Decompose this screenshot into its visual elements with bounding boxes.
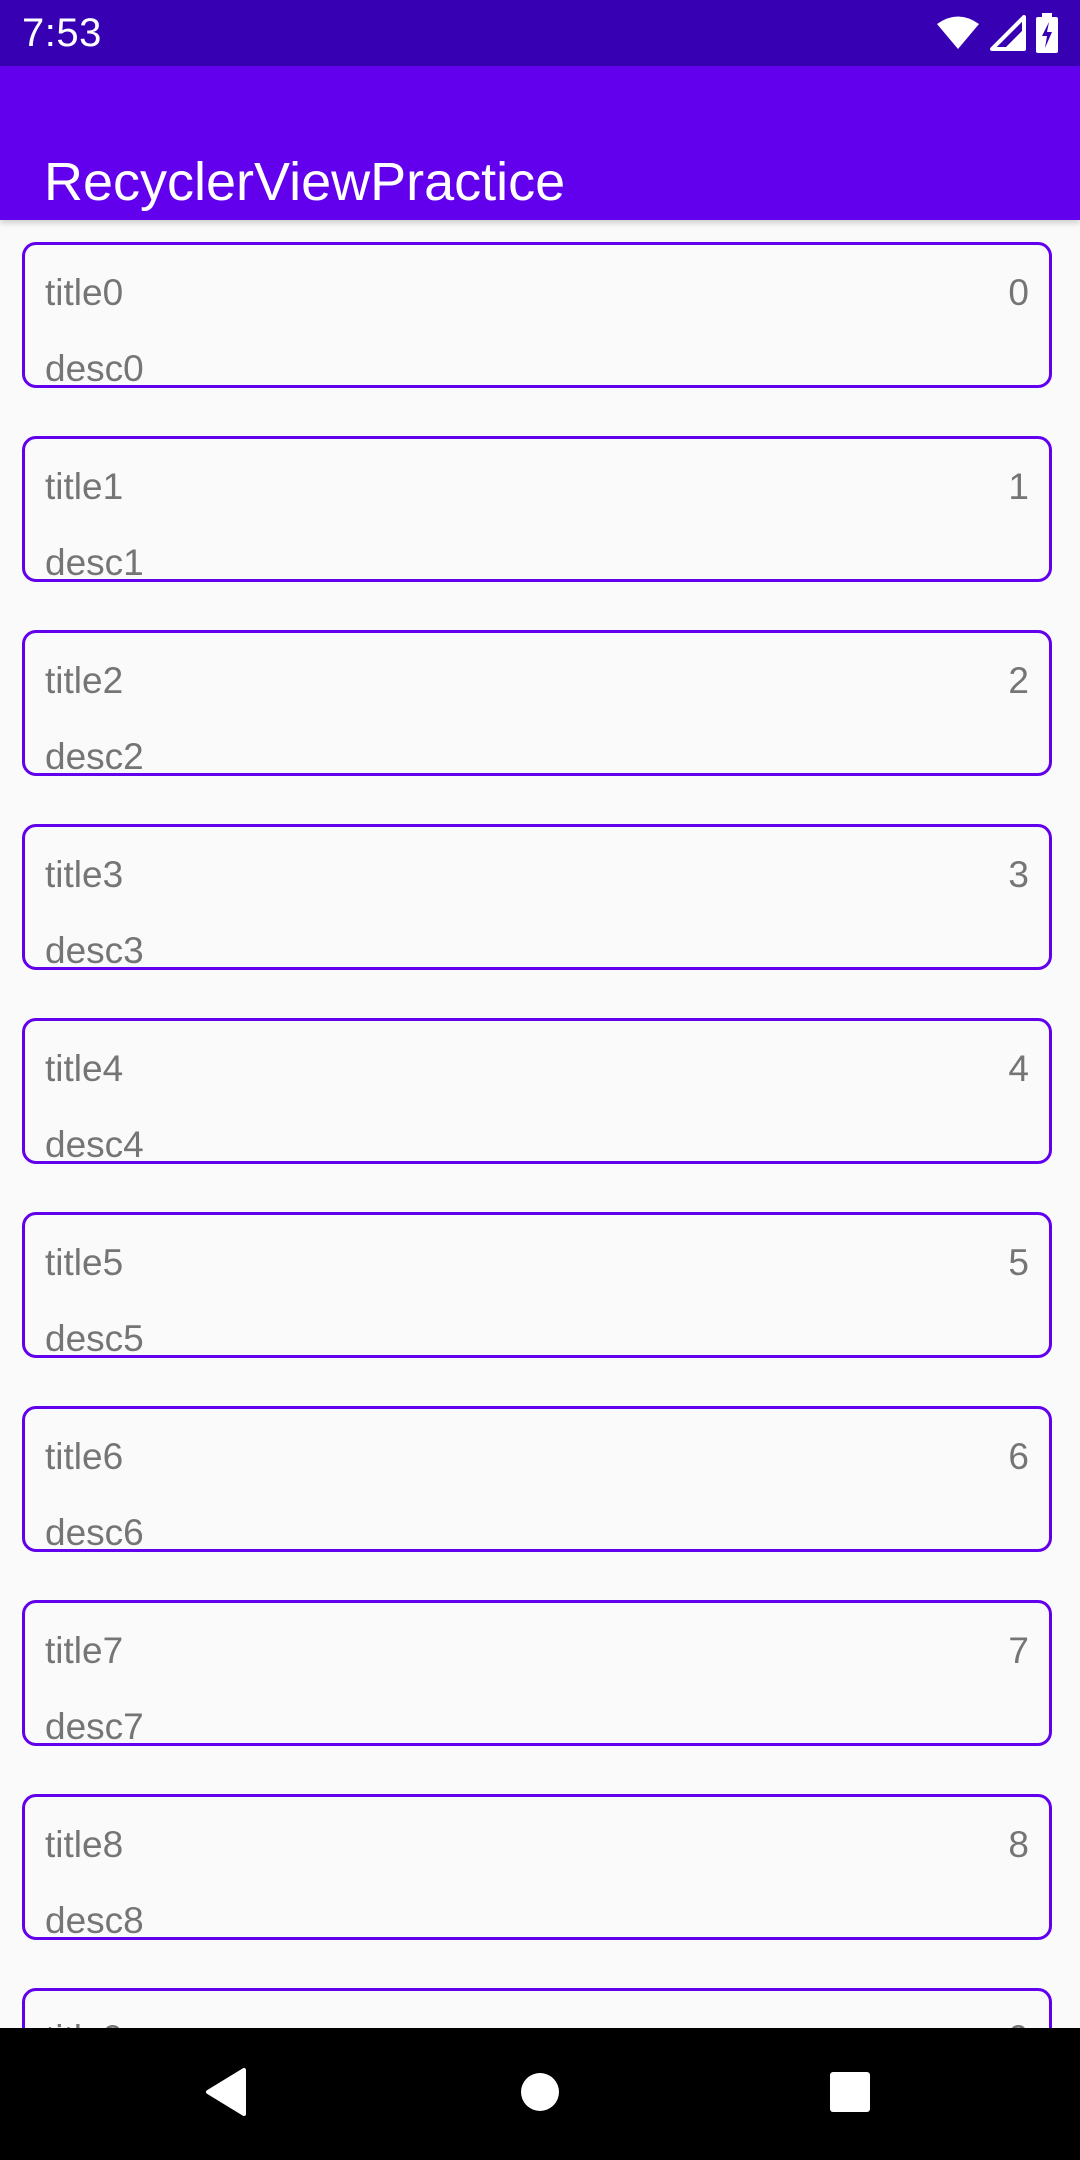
back-button[interactable] xyxy=(194,2062,258,2126)
item-title: title8 xyxy=(45,1824,124,1865)
item-title: title9 xyxy=(45,2017,123,2028)
wifi-icon xyxy=(936,15,980,51)
item-number: 6 xyxy=(1008,1436,1029,1477)
recycler-list[interactable]: title0 0 desc0 title1 1 desc1 title2 2 d… xyxy=(0,220,1080,2028)
list-item[interactable]: title4 4 desc4 xyxy=(22,1018,1052,1164)
item-number: 2 xyxy=(1008,660,1029,701)
item-title: title3 xyxy=(45,854,124,895)
item-number: 0 xyxy=(1008,272,1029,313)
item-number: 1 xyxy=(1008,466,1029,507)
list-item[interactable]: title2 2 desc2 xyxy=(22,630,1052,776)
item-desc: desc8 xyxy=(45,1900,144,1940)
app-title: RecyclerViewPractice xyxy=(44,152,566,213)
item-title: title2 xyxy=(45,660,124,701)
item-desc: desc4 xyxy=(45,1124,144,1164)
status-bar: 7:53 xyxy=(0,0,1080,66)
item-number: 8 xyxy=(1008,1824,1029,1865)
item-desc: desc7 xyxy=(45,1706,144,1746)
back-icon xyxy=(204,2067,248,2122)
list-item[interactable]: title5 5 desc5 xyxy=(22,1212,1052,1358)
item-title: title5 xyxy=(45,1242,124,1283)
item-number: 5 xyxy=(1008,1242,1029,1283)
item-desc: desc3 xyxy=(45,930,144,970)
item-number: 9 xyxy=(1008,2017,1029,2028)
home-icon xyxy=(520,2072,560,2117)
list-item[interactable]: title6 6 desc6 xyxy=(22,1406,1052,1552)
list-item[interactable]: title3 3 desc3 xyxy=(22,824,1052,970)
list-item[interactable]: title0 0 desc0 xyxy=(22,242,1052,388)
status-time: 7:53 xyxy=(22,11,102,55)
recents-icon xyxy=(829,2071,871,2118)
item-title: title1 xyxy=(45,466,124,507)
item-desc: desc0 xyxy=(45,348,144,388)
item-desc: desc6 xyxy=(45,1512,144,1552)
item-title: title4 xyxy=(45,1048,124,1089)
item-number: 3 xyxy=(1008,854,1029,895)
item-number: 7 xyxy=(1008,1630,1029,1671)
list-item[interactable]: title7 7 desc7 xyxy=(22,1600,1052,1746)
app-bar: RecyclerViewPractice xyxy=(0,66,1080,220)
list-item[interactable]: title1 1 desc1 xyxy=(22,436,1052,582)
navigation-bar xyxy=(0,2028,1080,2160)
item-title: title7 xyxy=(45,1630,124,1671)
list-item[interactable]: title8 8 desc8 xyxy=(22,1794,1052,1940)
item-desc: desc1 xyxy=(45,542,144,582)
battery-charging-icon xyxy=(1036,13,1058,53)
item-desc: desc2 xyxy=(45,736,144,776)
home-button[interactable] xyxy=(508,2062,572,2126)
item-number: 4 xyxy=(1008,1048,1029,1089)
list-item[interactable]: title9 9 desc9 xyxy=(22,1988,1052,2028)
item-desc: desc5 xyxy=(45,1318,144,1358)
item-title: title0 xyxy=(45,272,124,313)
cellular-signal-icon xyxy=(990,15,1026,51)
item-title: title6 xyxy=(45,1436,124,1477)
status-icons xyxy=(936,12,1058,54)
recents-button[interactable] xyxy=(818,2062,882,2126)
